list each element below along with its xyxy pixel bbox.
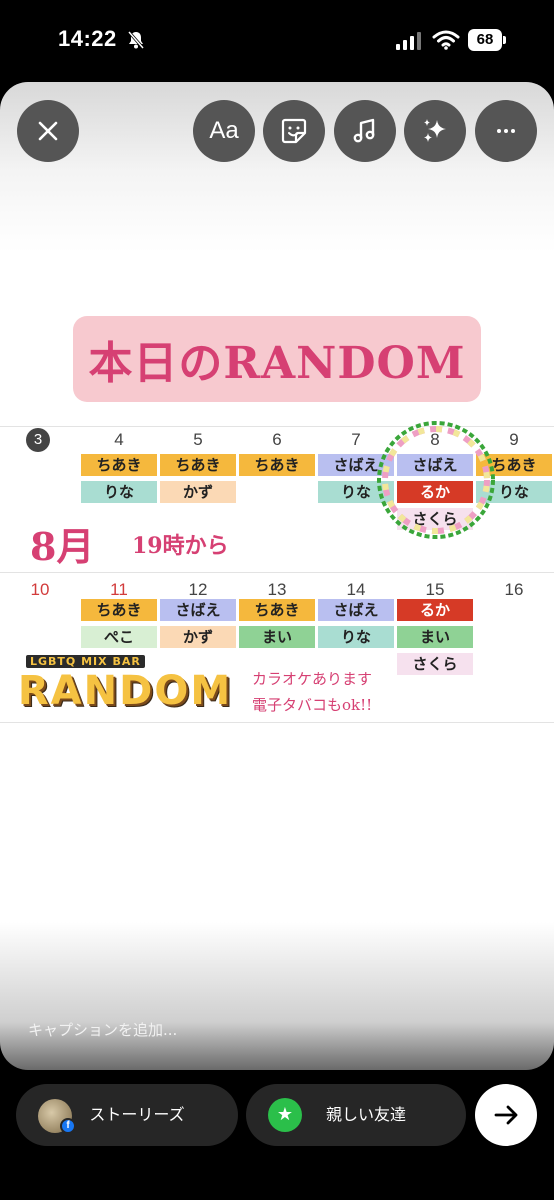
story-title: 本日のRANDOM xyxy=(88,338,466,389)
highlight-circle-graphic xyxy=(377,421,495,539)
calendar-day: 10 xyxy=(30,580,50,599)
sticker-icon xyxy=(281,118,307,144)
shift-cell: りな xyxy=(318,626,394,648)
shift-cell: まい xyxy=(239,626,315,648)
share-to-stories-button[interactable]: f ストーリーズ xyxy=(16,1084,238,1146)
calendar-divider xyxy=(0,572,554,573)
shift-cell: ちあき xyxy=(81,599,157,621)
effects-button[interactable] xyxy=(404,100,466,162)
opening-time-label: 19時から xyxy=(132,533,229,559)
calendar-day: 11 xyxy=(110,580,128,599)
text-tool-label: Aa xyxy=(209,117,239,144)
battery-level: 68 xyxy=(468,29,502,51)
sparkles-icon xyxy=(424,119,446,142)
next-button[interactable] xyxy=(475,1084,537,1146)
calendar-day-today: 3 xyxy=(26,428,50,452)
calendar-day: 5 xyxy=(193,430,203,449)
shift-cell: さばえ xyxy=(318,599,394,621)
close-friends-button[interactable]: ★ 親しい友達 xyxy=(246,1084,466,1146)
shift-cell: まい xyxy=(397,626,473,648)
calendar-divider xyxy=(0,722,554,723)
battery-nub xyxy=(503,36,506,44)
share-to-stories-label: ストーリーズ xyxy=(89,1105,185,1124)
close-button[interactable] xyxy=(17,100,79,162)
bar-logo-name: RANDOM xyxy=(17,668,233,714)
shift-cell: ぺこ xyxy=(81,626,157,648)
music-note-icon xyxy=(353,118,375,143)
story-title-box[interactable]: 本日のRANDOM xyxy=(73,316,481,402)
karaoke-note: カラオケあります xyxy=(252,670,373,688)
ecig-note: 電子タバコもok!! xyxy=(252,696,373,714)
sticker-button[interactable] xyxy=(263,100,325,162)
close-friends-label: 親しい友達 xyxy=(325,1105,406,1124)
calendar-day: 14 xyxy=(346,580,366,599)
shift-cell: ちあき xyxy=(160,454,236,476)
shift-cell: さくら xyxy=(397,653,473,675)
shift-cell: ちあき xyxy=(239,599,315,621)
shift-cell: ちあき xyxy=(81,454,157,476)
shift-cell: りな xyxy=(81,481,157,503)
shift-cell: ちあき xyxy=(239,454,315,476)
arrow-right-icon xyxy=(494,1105,518,1125)
month-label: 8月 xyxy=(30,524,95,569)
calendar-day: 12 xyxy=(188,580,208,599)
more-button[interactable] xyxy=(475,100,537,162)
bell-slash-icon xyxy=(127,31,145,49)
bar-logo: LGBTQ MIX BAR RANDOM xyxy=(14,655,236,715)
calendar-day: 6 xyxy=(272,430,282,449)
status-bar: 14:22 68 xyxy=(0,0,554,80)
more-icon xyxy=(497,129,515,133)
music-button[interactable] xyxy=(334,100,396,162)
battery-indicator: 68 xyxy=(468,29,506,51)
calendar-day: 4 xyxy=(114,430,124,449)
calendar-day: 15 xyxy=(425,580,445,599)
status-time: 14:22 xyxy=(58,26,117,51)
text-tool-button[interactable]: Aa xyxy=(193,100,255,162)
caption-input[interactable]: キャプションを追加... xyxy=(28,1019,177,1040)
calendar-day: 13 xyxy=(267,580,287,599)
shift-cell: かず xyxy=(160,626,236,648)
wifi-icon xyxy=(432,30,460,50)
shift-cell: さばえ xyxy=(160,599,236,621)
story-canvas: Aa 本日のRANDOM 3 4 5 6 7 8 9 ちあき ちあき ちあき さ… xyxy=(0,82,554,1070)
close-icon xyxy=(38,121,58,141)
cellular-signal-icon xyxy=(396,32,421,50)
shift-cell: るか xyxy=(397,599,473,621)
shift-cell: かず xyxy=(160,481,236,503)
calendar-day: 16 xyxy=(504,580,524,599)
